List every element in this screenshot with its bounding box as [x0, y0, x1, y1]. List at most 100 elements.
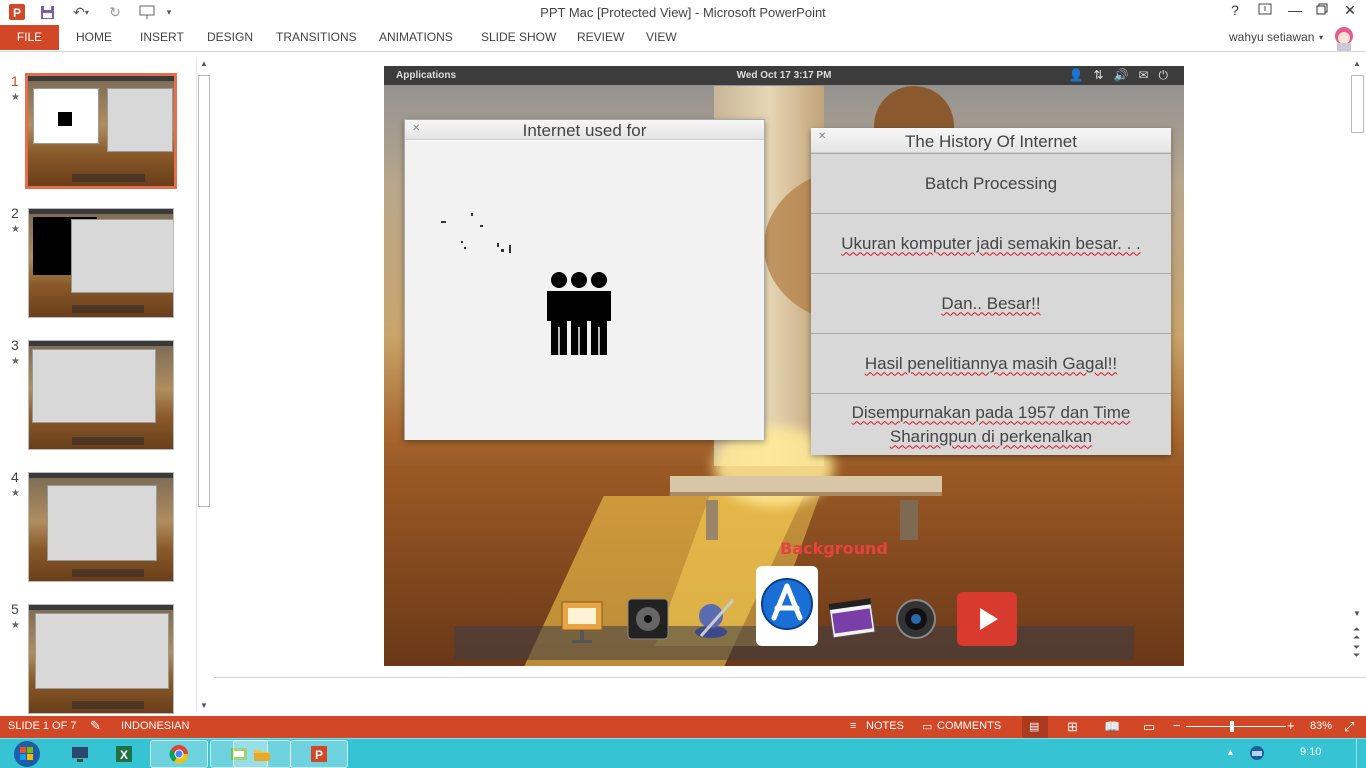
dock-hover-label: Background — [780, 539, 888, 558]
slide-thumbnail-1[interactable] — [25, 73, 177, 189]
language-indicator[interactable]: INDONESIAN — [121, 720, 189, 732]
show-desktop-button[interactable] — [1356, 739, 1366, 768]
minimize-button[interactable]: — — [1284, 2, 1306, 22]
next-slide-icon[interactable]: ⏷ ⏷ — [1353, 643, 1360, 660]
close-icon: ✕ — [412, 123, 421, 134]
list-item: Dan.. Besar!! — [811, 273, 1171, 333]
bench-image — [670, 476, 942, 496]
tab-file[interactable]: FILE — [0, 25, 59, 50]
thumbnail-number: 1 — [11, 73, 19, 89]
slide-counter: SLIDE 1 OF 7 — [8, 720, 77, 732]
start-button[interactable] — [8, 739, 46, 768]
tab-review[interactable]: REVIEW — [577, 30, 624, 44]
taskbar-computer-icon[interactable] — [58, 740, 102, 768]
taskbar-excel-icon[interactable]: X — [102, 740, 146, 768]
tab-slide-show[interactable]: SLIDE SHOW — [481, 30, 556, 44]
scroll-thumb[interactable] — [1351, 75, 1364, 133]
slide-thumbnail-pane: 1 ★ 2 ★ 3 ★ 4 ★ 5 ★ — [0, 52, 213, 716]
slide-show-icon[interactable]: ▭ — [1143, 719, 1155, 735]
zoom-slider[interactable] — [1186, 726, 1286, 727]
close-button[interactable]: ✕ — [1339, 2, 1361, 22]
zoom-in-button[interactable]: + — [1287, 718, 1295, 733]
slide-thumbnail-4[interactable] — [28, 472, 174, 582]
scroll-down-icon[interactable]: ▼ — [1353, 609, 1361, 618]
camera-icon[interactable] — [888, 594, 944, 644]
avatar[interactable] — [1331, 25, 1357, 51]
status-bar: SLIDE 1 OF 7 ✎ INDONESIAN ≡ NOTES ▭ COMM… — [0, 716, 1366, 738]
app-store-icon[interactable] — [756, 566, 818, 646]
window-history-of-internet: The History Of Internet ✕ Batch Processi… — [811, 128, 1171, 455]
thumbnail-scrollbar[interactable]: ▲ ▼ — [196, 57, 211, 712]
tab-transitions[interactable]: TRANSITIONS — [276, 30, 357, 44]
slide-thumbnail-2[interactable] — [28, 208, 174, 318]
final-cut-icon[interactable] — [824, 594, 880, 644]
list-item: Ukuran komputer jadi semakin besar. . . — [811, 213, 1171, 273]
close-icon: ✕ — [818, 131, 827, 142]
windows-taskbar: X P ▲ 9:10 — [0, 738, 1366, 768]
svg-text:P: P — [315, 748, 323, 762]
scroll-down-icon[interactable]: ▼ — [200, 701, 208, 710]
list-item: Batch Processing — [811, 153, 1171, 213]
keynote-icon[interactable] — [554, 596, 610, 646]
fit-slide-icon[interactable]: ⤢ — [1344, 719, 1354, 735]
tab-design[interactable]: DESIGN — [207, 30, 253, 44]
tab-home[interactable]: HOME — [76, 30, 112, 44]
window-title: PPT Mac [Protected View] - Microsoft Pow… — [540, 5, 826, 20]
comments-icon[interactable]: ▭ — [922, 720, 932, 733]
list-item: Hasil penelitiannya masih Gagal!! — [811, 333, 1171, 393]
title-bar: P ↶ ▾ ↻ ▾ PPT Mac [Protected View] - Micr… — [0, 0, 1366, 25]
scroll-up-icon[interactable]: ▲ — [1353, 59, 1361, 68]
restore-button[interactable] — [1311, 2, 1333, 22]
taskbar-clock[interactable]: 9:10 — [1300, 746, 1321, 758]
user-name[interactable]: wahyu setiawan — [1229, 30, 1314, 44]
slide-scrollbar[interactable]: ▲ ▼ ⏶ ⏶ ⏷ ⏷ — [1350, 57, 1366, 660]
thumbnail-number: 5 — [11, 601, 19, 617]
slide-thumbnail-5[interactable] — [28, 604, 174, 714]
ribbon-display-options-icon[interactable] — [1254, 2, 1276, 22]
help-button[interactable]: ? — [1224, 2, 1246, 22]
video-player-icon[interactable] — [957, 592, 1017, 646]
ribbon-tabs: FILE HOME INSERT DESIGN TRANSITIONS ANIM… — [0, 25, 1366, 51]
previous-slide-icon[interactable]: ⏶ ⏶ — [1353, 625, 1360, 642]
system-tray-icons: 👤⇅🔊✉⏻ — [1068, 68, 1178, 82]
notes-icon[interactable]: ≡ — [850, 720, 856, 732]
scroll-thumb[interactable] — [198, 75, 210, 507]
network-icon[interactable] — [1248, 744, 1266, 765]
slide-thumbnail-3[interactable] — [28, 340, 174, 450]
people-group-icon — [547, 272, 611, 355]
normal-view-icon[interactable]: ▤ — [1029, 720, 1039, 733]
zoom-out-button[interactable]: − — [1173, 718, 1181, 733]
reading-view-icon[interactable]: 📖 — [1104, 719, 1120, 735]
spelling-check-icon[interactable]: ✎ — [90, 718, 101, 734]
ink-pen-icon[interactable] — [686, 594, 742, 644]
tab-insert[interactable]: INSERT — [140, 30, 184, 44]
zoom-level[interactable]: 83% — [1310, 720, 1332, 732]
tab-view[interactable]: VIEW — [646, 30, 677, 44]
animation-star-icon: ★ — [11, 356, 20, 367]
notes-button[interactable]: NOTES — [866, 720, 904, 732]
thumbnail-number: 4 — [11, 469, 19, 485]
show-hidden-icons[interactable]: ▲ — [1226, 747, 1235, 757]
user-menu-chevron-icon[interactable]: ▾ — [1319, 33, 1323, 42]
tab-animations[interactable]: ANIMATIONS — [379, 30, 453, 44]
zoom-slider-thumb[interactable] — [1230, 721, 1234, 732]
svg-text:X: X — [120, 748, 128, 762]
thumbnail-number: 3 — [11, 337, 19, 353]
window-title-right: The History Of Internet — [811, 128, 1171, 153]
window-internet-used-for: Internet used for ✕ — [404, 119, 765, 440]
slide-sorter-icon[interactable]: ⊞ — [1067, 719, 1078, 735]
comments-button[interactable]: COMMENTS — [937, 720, 1001, 732]
dvd-player-icon[interactable] — [620, 594, 676, 644]
animation-star-icon: ★ — [11, 488, 20, 499]
notes-divider — [214, 677, 1366, 678]
window-title-left: Internet used for — [405, 120, 764, 140]
desktop-clock: Wed Oct 17 3:17 PM — [736, 70, 832, 81]
animation-star-icon: ★ — [11, 620, 20, 631]
taskbar-chrome-icon[interactable] — [150, 740, 208, 768]
list-item: Disempurnakan pada 1957 dan Time Sharing… — [811, 393, 1171, 455]
taskbar-explorer-icon[interactable] — [233, 740, 291, 768]
slide-canvas[interactable]: Applications Wed Oct 17 3:17 PM 👤⇅🔊✉⏻ In… — [384, 66, 1184, 666]
scroll-up-icon[interactable]: ▲ — [200, 59, 208, 68]
taskbar-powerpoint-icon[interactable]: P — [290, 740, 348, 768]
window-body — [405, 141, 764, 440]
